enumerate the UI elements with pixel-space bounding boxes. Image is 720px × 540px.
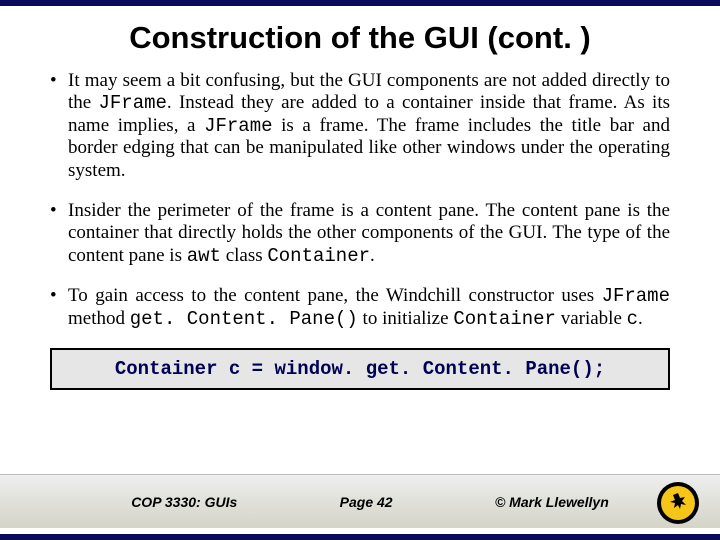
bullet-1: It may seem a bit confusing, but the GUI… xyxy=(50,70,670,182)
slide-title: Construction of the GUI (cont. ) xyxy=(0,6,720,66)
footer-page: Page 42 xyxy=(340,494,393,510)
footer: COP 3330: GUIs Page 42 © Mark Llewellyn xyxy=(0,474,720,528)
bullet-list: It may seem a bit confusing, but the GUI… xyxy=(50,70,670,330)
slide: Construction of the GUI (cont. ) It may … xyxy=(0,0,720,540)
footer-copyright: © Mark Llewellyn xyxy=(495,494,609,510)
code-snippet: Container c = window. get. Content. Pane… xyxy=(50,348,670,390)
slide-body: It may seem a bit confusing, but the GUI… xyxy=(0,66,720,330)
footer-course: COP 3330: GUIs xyxy=(131,494,237,510)
bullet-2: Insider the perimeter of the frame is a … xyxy=(50,200,670,267)
ucf-logo-icon xyxy=(656,481,700,525)
bullet-3: To gain access to the content pane, the … xyxy=(50,285,670,330)
